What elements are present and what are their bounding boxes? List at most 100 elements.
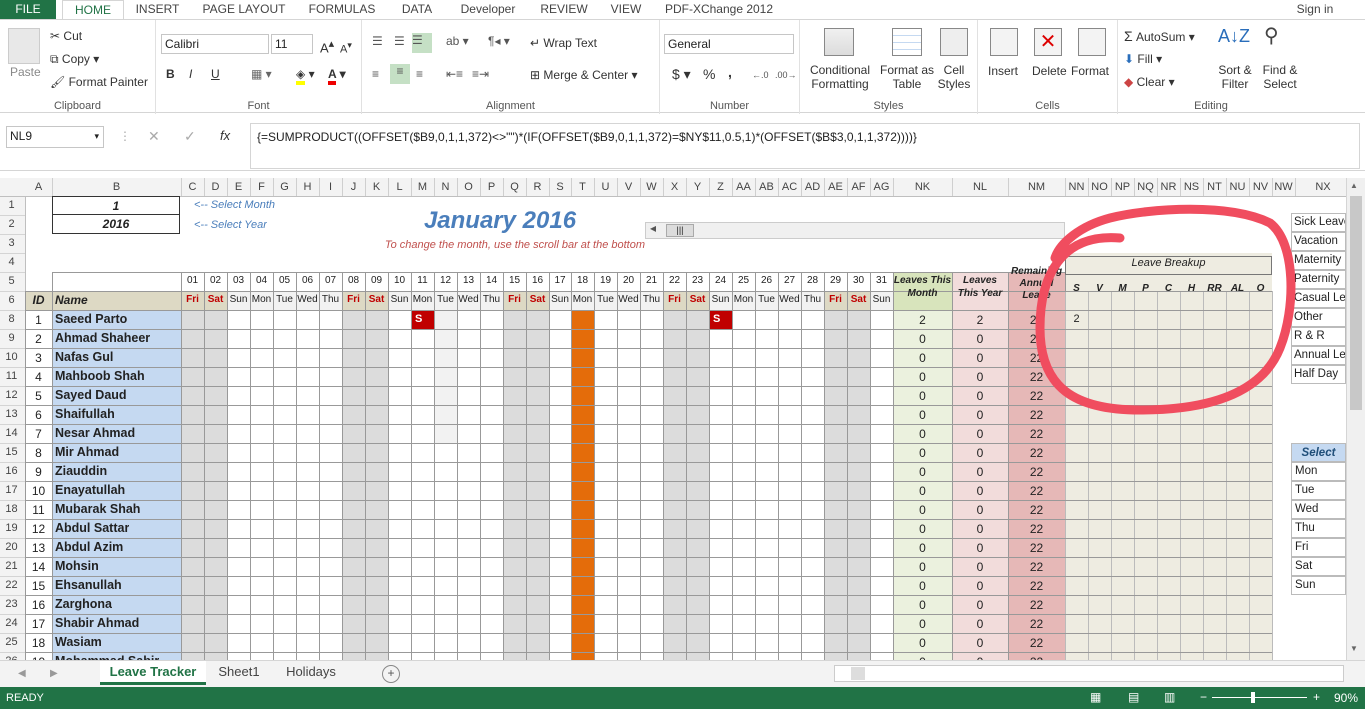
remaining-leave[interactable]: 22: [1008, 484, 1065, 498]
formula-input[interactable]: {=SUMPRODUCT((OFFSET($B9,0,1,1,372)<>"")…: [250, 123, 1360, 169]
employee-id[interactable]: 9: [25, 465, 52, 479]
format-as-table-button[interactable]: Format as Table: [876, 63, 938, 91]
column-header-T[interactable]: T: [571, 180, 594, 194]
row-header-11[interactable]: 11: [0, 369, 23, 384]
increase-decimal-icon[interactable]: ←.0: [752, 68, 769, 82]
employee-name[interactable]: Shabir Ahmad: [55, 616, 139, 630]
employee-name[interactable]: Ziauddin: [55, 464, 107, 478]
row-header-25[interactable]: 25: [0, 635, 23, 650]
column-header-NL[interactable]: NL: [952, 180, 1008, 194]
column-header-Z[interactable]: Z: [709, 180, 732, 194]
prev-sheet-icon[interactable]: ◀: [18, 667, 26, 681]
employee-id[interactable]: 13: [25, 541, 52, 555]
remaining-leave[interactable]: 22: [1008, 598, 1065, 612]
leaves-this-year[interactable]: 0: [952, 579, 1008, 593]
leaves-this-month[interactable]: 0: [893, 465, 952, 479]
percent-button[interactable]: %: [703, 67, 715, 81]
employee-name[interactable]: Shaifullah: [55, 407, 115, 421]
merge-center-button[interactable]: ⊞ Merge & Center ▾: [530, 68, 637, 82]
leaves-this-month[interactable]: 0: [893, 408, 952, 422]
employee-id[interactable]: 1: [25, 313, 52, 327]
sheet-tab-sheet1[interactable]: Sheet1: [212, 661, 266, 685]
add-sheet-icon[interactable]: +: [382, 665, 400, 683]
column-header-I[interactable]: I: [319, 180, 342, 194]
row-header-3[interactable]: 3: [0, 236, 23, 251]
employee-id[interactable]: 2: [25, 332, 52, 346]
leave-type-item[interactable]: Sick Leave: [1291, 213, 1346, 232]
middle-align-icon[interactable]: ☰: [394, 34, 405, 48]
leaves-this-year[interactable]: 0: [952, 522, 1008, 536]
leave-type-item[interactable]: Other: [1291, 308, 1346, 327]
row-header-17[interactable]: 17: [0, 483, 23, 498]
column-header-B[interactable]: B: [52, 180, 181, 194]
column-header-D[interactable]: D: [204, 180, 227, 194]
leaves-this-year[interactable]: 0: [952, 465, 1008, 479]
find-select-button[interactable]: Find & Select: [1258, 63, 1302, 91]
number-format-dropdown[interactable]: General: [664, 34, 794, 54]
leaves-this-month[interactable]: 0: [893, 579, 952, 593]
leaves-this-month[interactable]: 0: [893, 636, 952, 650]
employee-id[interactable]: 4: [25, 370, 52, 384]
rtl-icon[interactable]: ¶◂ ▾: [488, 34, 510, 48]
cancel-icon[interactable]: ✕: [148, 129, 160, 143]
employee-name[interactable]: Enayatullah: [55, 483, 125, 497]
remaining-leave[interactable]: 22: [1008, 332, 1065, 346]
employee-id[interactable]: 18: [25, 636, 52, 650]
hscroll-thumb[interactable]: [851, 667, 865, 680]
employee-name[interactable]: Ahmad Shaheer: [55, 331, 150, 345]
column-header-NS[interactable]: NS: [1180, 180, 1203, 194]
column-header-AB[interactable]: AB: [755, 180, 778, 194]
leaves-this-year[interactable]: 0: [952, 370, 1008, 384]
cell-styles-button[interactable]: Cell Styles: [934, 63, 974, 91]
page-layout-view-icon[interactable]: ▤: [1128, 690, 1139, 704]
insert-button[interactable]: Insert: [988, 64, 1018, 78]
column-header-NR[interactable]: NR: [1157, 180, 1180, 194]
column-header-NT[interactable]: NT: [1203, 180, 1226, 194]
borders-icon[interactable]: ▦ ▾: [251, 67, 272, 81]
employee-name[interactable]: Mohsin: [55, 559, 99, 573]
tab-data[interactable]: DATA: [392, 0, 442, 20]
leaves-this-year[interactable]: 0: [952, 560, 1008, 574]
align-center-icon[interactable]: ≡: [390, 64, 410, 84]
employee-name[interactable]: Ehsanullah: [55, 578, 122, 592]
remaining-leave[interactable]: 22: [1008, 617, 1065, 631]
cut-button[interactable]: ✂ Cut: [50, 29, 82, 43]
autosum-button[interactable]: Σ AutoSum ▾: [1124, 29, 1195, 44]
column-header-NP[interactable]: NP: [1111, 180, 1134, 194]
underline-button[interactable]: U: [211, 67, 220, 81]
insert-function-icon[interactable]: fx: [220, 129, 230, 143]
employee-id[interactable]: 15: [25, 579, 52, 593]
paste-button[interactable]: Paste: [10, 65, 41, 79]
leaves-this-month[interactable]: 0: [893, 332, 952, 346]
scroll-up-icon[interactable]: ▲: [1350, 181, 1358, 190]
leaves-this-year[interactable]: 0: [952, 446, 1008, 460]
leaves-this-year[interactable]: 0: [952, 351, 1008, 365]
format-painter-button[interactable]: 🖌 Format Painter: [50, 75, 148, 89]
scroll-down-icon[interactable]: ▼: [1350, 644, 1358, 653]
leaves-this-month[interactable]: 2: [893, 313, 952, 327]
remaining-leave[interactable]: 22: [1008, 503, 1065, 517]
copy-button[interactable]: ⧉ Copy ▾: [50, 52, 99, 66]
row-header-24[interactable]: 24: [0, 616, 23, 631]
leave-type-item[interactable]: Casual Le: [1291, 289, 1346, 308]
weekday-list-item[interactable]: Tue: [1291, 481, 1346, 500]
column-header-U[interactable]: U: [594, 180, 617, 194]
row-header-22[interactable]: 22: [0, 578, 23, 593]
remaining-leave[interactable]: 22: [1008, 389, 1065, 403]
column-header-J[interactable]: J: [342, 180, 365, 194]
leaves-this-year[interactable]: 0: [952, 484, 1008, 498]
tab-insert[interactable]: INSERT: [130, 0, 185, 20]
leaves-this-month[interactable]: 0: [893, 484, 952, 498]
leaves-this-month[interactable]: 0: [893, 427, 952, 441]
employee-name[interactable]: Zarghona: [55, 597, 112, 611]
row-header-19[interactable]: 19: [0, 521, 23, 536]
leave-type-item[interactable]: Annual Le: [1291, 346, 1346, 365]
orientation-icon[interactable]: ab ▾: [446, 34, 469, 48]
leave-mark-cell[interactable]: S: [412, 311, 434, 329]
leave-type-item[interactable]: Maternity: [1291, 251, 1346, 270]
currency-button[interactable]: $ ▾: [672, 67, 691, 81]
sheet-tab-holidays[interactable]: Holidays: [274, 661, 348, 685]
fill-color-icon[interactable]: ◈ ▾: [296, 67, 315, 85]
row-header-1[interactable]: 1: [0, 198, 23, 213]
year-selector-cell[interactable]: 2016: [52, 215, 180, 234]
